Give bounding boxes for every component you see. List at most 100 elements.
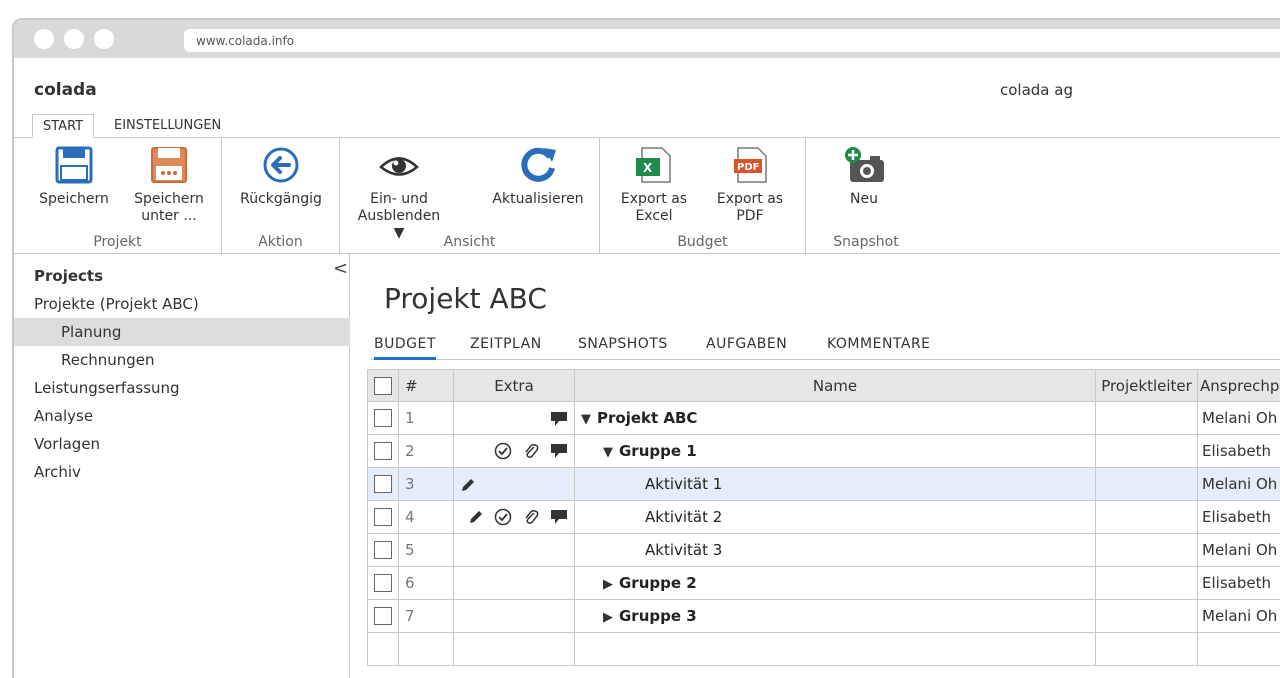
header-projektleiter[interactable]: Projektleiter bbox=[1096, 370, 1198, 402]
tab-zeitplan[interactable]: ZEITPLAN bbox=[470, 336, 542, 352]
export-excel-label: Export as Excel bbox=[621, 191, 687, 224]
camera-add-icon bbox=[842, 146, 886, 184]
group-label-aktion: Aktion bbox=[222, 234, 339, 250]
expanded-triangle-icon[interactable]: ▼ bbox=[581, 412, 591, 427]
new-snapshot-label: Neu bbox=[850, 191, 878, 207]
select-all-checkbox[interactable] bbox=[374, 377, 392, 395]
eye-icon bbox=[377, 146, 421, 184]
attachment-icon[interactable] bbox=[523, 508, 539, 526]
row-checkbox[interactable] bbox=[374, 508, 392, 526]
tab-einstellungen[interactable]: EINSTELLUNGEN bbox=[104, 114, 231, 138]
row-extra bbox=[454, 600, 575, 633]
comment-icon[interactable] bbox=[550, 411, 568, 427]
group-label-snapshot: Snapshot bbox=[806, 234, 926, 250]
page-title: Projekt ABC bbox=[384, 282, 547, 315]
sidebar-item-leistungserfassung[interactable]: Leistungserfassung bbox=[14, 374, 350, 402]
new-snapshot-button[interactable]: Neu bbox=[822, 146, 906, 208]
sidebar-item-archiv[interactable]: Archiv bbox=[14, 458, 350, 486]
refresh-label: Aktualisieren bbox=[492, 191, 583, 207]
pencil-icon[interactable] bbox=[460, 477, 476, 493]
check-circle-icon[interactable] bbox=[494, 508, 512, 526]
sidebar: < Projects Projekte (Projekt ABC) Planun… bbox=[14, 254, 350, 678]
save-button[interactable]: Speichern bbox=[34, 146, 114, 208]
row-extra bbox=[454, 501, 575, 534]
row-projektleiter bbox=[1096, 567, 1198, 600]
main-content: Projekt ABC BUDGET ZEITPLAN SNAPSHOTS AU… bbox=[351, 254, 1280, 678]
row-checkbox[interactable] bbox=[374, 541, 392, 559]
row-name: Projekt ABC bbox=[597, 409, 697, 427]
row-name-cell: Aktivität 1 bbox=[575, 468, 1096, 501]
header-num[interactable]: # bbox=[399, 370, 454, 402]
sidebar-item-analyse[interactable]: Analyse bbox=[14, 402, 350, 430]
row-extra bbox=[454, 402, 575, 435]
sidebar-item-rechnungen[interactable]: Rechnungen bbox=[14, 346, 350, 374]
collapsed-triangle-icon[interactable]: ▶ bbox=[603, 577, 613, 592]
row-checkbox[interactable] bbox=[374, 574, 392, 592]
tab-budget[interactable]: BUDGET bbox=[374, 336, 436, 360]
browser-window: www.colada.info colada colada ag START E… bbox=[12, 18, 1280, 678]
row-number: 1 bbox=[399, 402, 454, 435]
row-name-cell: Aktivität 3 bbox=[575, 534, 1096, 567]
comment-icon[interactable] bbox=[550, 509, 568, 525]
header-name[interactable]: Name bbox=[575, 370, 1096, 402]
row-checkbox[interactable] bbox=[374, 409, 392, 427]
table-row[interactable]: 7 ▶Gruppe 3 Melani Oh bbox=[368, 600, 1280, 633]
row-projektleiter bbox=[1096, 435, 1198, 468]
row-extra bbox=[454, 567, 575, 600]
group-label-projekt: Projekt bbox=[14, 234, 221, 250]
address-bar[interactable]: www.colada.info bbox=[184, 29, 1280, 52]
row-name-cell: ▶Gruppe 2 bbox=[575, 567, 1096, 600]
ribbon-group-aktion: Rückgängig Aktion bbox=[222, 138, 340, 254]
row-ansprechpartner: Melani Oh bbox=[1198, 468, 1280, 501]
svg-text:X: X bbox=[643, 161, 653, 175]
comment-icon[interactable] bbox=[550, 443, 568, 459]
save-as-button[interactable]: Speichern unter ... bbox=[128, 146, 210, 225]
refresh-button[interactable]: Aktualisieren bbox=[486, 146, 590, 208]
row-ansprechpartner: Melani Oh bbox=[1198, 534, 1280, 567]
table-row[interactable]: 4 Aktivität 2 Elisabeth bbox=[368, 501, 1280, 534]
empty-row bbox=[368, 633, 1280, 666]
row-number: 6 bbox=[399, 567, 454, 600]
row-number: 5 bbox=[399, 534, 454, 567]
sidebar-item-planung[interactable]: Planung bbox=[14, 318, 350, 346]
table-row[interactable]: 5 Aktivität 3 Melani Oh bbox=[368, 534, 1280, 567]
sidebar-item-projects[interactable]: Projects bbox=[14, 262, 350, 290]
tab-aufgaben[interactable]: AUFGABEN bbox=[706, 336, 787, 352]
pencil-icon[interactable] bbox=[468, 509, 484, 525]
sidebar-item-vorlagen[interactable]: Vorlagen bbox=[14, 430, 350, 458]
row-extra bbox=[454, 435, 575, 468]
header-extra[interactable]: Extra bbox=[454, 370, 575, 402]
app-name: colada bbox=[34, 80, 97, 100]
show-hide-button[interactable]: Ein- und Ausblenden ▼ bbox=[354, 146, 444, 242]
save-as-label: Speichern unter ... bbox=[134, 191, 204, 224]
collapsed-triangle-icon[interactable]: ▶ bbox=[603, 610, 613, 625]
tab-kommentare[interactable]: KOMMENTARE bbox=[827, 336, 931, 352]
row-number: 4 bbox=[399, 501, 454, 534]
row-checkbox[interactable] bbox=[374, 607, 392, 625]
export-excel-button[interactable]: X Export as Excel bbox=[612, 146, 696, 225]
export-pdf-button[interactable]: PDF Export as PDF bbox=[708, 146, 792, 225]
table-row[interactable]: 2 ▼Gruppe 1 Elisabeth bbox=[368, 435, 1280, 468]
window-maximize-dot[interactable] bbox=[94, 29, 114, 49]
row-checkbox[interactable] bbox=[374, 475, 392, 493]
tab-snapshots[interactable]: SNAPSHOTS bbox=[578, 336, 668, 352]
ribbon-tabs: START EINSTELLUNGEN bbox=[14, 112, 1280, 138]
window-close-dot[interactable] bbox=[34, 29, 54, 49]
tab-start[interactable]: START bbox=[32, 114, 94, 138]
table-row[interactable]: 6 ▶Gruppe 2 Elisabeth bbox=[368, 567, 1280, 600]
ribbon-group-budget: X Export as Excel PDF Export as PDF Budg… bbox=[600, 138, 806, 254]
attachment-icon[interactable] bbox=[523, 442, 539, 460]
row-number: 7 bbox=[399, 600, 454, 633]
row-name: Aktivität 3 bbox=[645, 541, 722, 559]
expanded-triangle-icon[interactable]: ▼ bbox=[603, 445, 613, 460]
table-row[interactable]: 3 Aktivität 1 Melani Oh bbox=[368, 468, 1280, 501]
header-select-all[interactable] bbox=[368, 370, 399, 402]
sidebar-item-projekte[interactable]: Projekte (Projekt ABC) bbox=[14, 290, 350, 318]
table-row[interactable]: 1 ▼Projekt ABC Melani Oh bbox=[368, 402, 1280, 435]
undo-icon bbox=[261, 146, 301, 184]
undo-button[interactable]: Rückgängig bbox=[236, 146, 326, 208]
row-checkbox[interactable] bbox=[374, 442, 392, 460]
header-ansprechpartner[interactable]: Ansprechp bbox=[1198, 370, 1280, 402]
check-circle-icon[interactable] bbox=[494, 442, 512, 460]
window-minimize-dot[interactable] bbox=[64, 29, 84, 49]
